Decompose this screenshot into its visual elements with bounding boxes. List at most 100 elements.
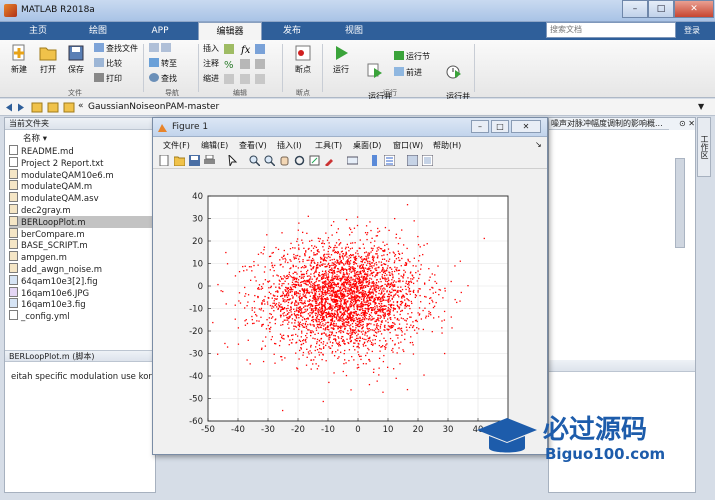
figure-minimize-button[interactable]: – (471, 120, 489, 133)
scatter-point (371, 291, 373, 293)
find-files-label: 查找文件 (106, 44, 138, 53)
save-button[interactable]: 保存 (61, 44, 91, 75)
scatter-point (327, 263, 329, 266)
indent-button[interactable]: 缩进 (203, 73, 219, 85)
file-list-item[interactable]: berCompare.m (9, 227, 85, 240)
scatter-point (417, 244, 420, 246)
tab-home[interactable]: 主页 (8, 22, 68, 40)
scatter-point (273, 353, 275, 355)
print-figure-icon[interactable] (204, 155, 215, 166)
tab-view[interactable]: 视图 (324, 22, 384, 40)
scatter-point (356, 224, 359, 227)
menu-window[interactable]: 窗口(W) (393, 140, 423, 151)
name-column-header[interactable]: 名称 ▾ (23, 132, 47, 144)
data-cursor-icon[interactable] (309, 155, 320, 166)
scatter-point (289, 309, 291, 312)
login-link[interactable]: 登录 (684, 25, 700, 36)
scatter-point (350, 288, 353, 291)
panel-close-icon[interactable]: ⊙ ✕ (669, 118, 695, 130)
workspace-side-tab[interactable]: 工作区 (697, 117, 711, 177)
back-forward-buttons[interactable] (149, 43, 173, 55)
scatter-point (396, 317, 399, 320)
file-list-item[interactable]: 16qam10e6.JPG (9, 286, 89, 299)
brush-icon[interactable] (324, 155, 335, 166)
scatter-point (345, 304, 347, 306)
open-button[interactable]: 打开 (33, 44, 63, 75)
save-figure-icon[interactable] (189, 155, 200, 166)
file-list-item[interactable]: BASE_SCRIPT.m (9, 239, 88, 251)
menu-help[interactable]: 帮助(H) (433, 140, 461, 151)
print-button[interactable]: 打印 (94, 73, 122, 85)
scatter-point (411, 274, 413, 276)
editor-scrollbar[interactable] (675, 158, 685, 248)
chevron-down-icon[interactable]: ▼ (698, 102, 704, 111)
comment-button[interactable]: 注释 (203, 58, 219, 70)
file-list-item[interactable]: README.md (9, 145, 74, 157)
figure-maximize-button[interactable]: □ (491, 120, 509, 133)
advance-button[interactable]: 前进 (394, 67, 422, 79)
scatter-point (315, 346, 317, 348)
run-button[interactable]: 运行 (326, 44, 356, 75)
find-files-button[interactable]: 查找文件 (94, 43, 138, 55)
run-section-button[interactable]: 运行节 (394, 51, 430, 63)
scatter-point (362, 316, 364, 319)
menu-edit[interactable]: 编辑(E) (201, 140, 228, 151)
hide-plot-tools-icon[interactable] (407, 155, 418, 166)
scatter-point (388, 308, 390, 310)
tab-apps[interactable]: APP (130, 22, 190, 40)
menu-file[interactable]: 文件(F) (163, 140, 190, 151)
rotate-3d-icon[interactable] (294, 155, 305, 166)
scatter-point (314, 307, 316, 309)
zoom-in-icon[interactable] (249, 155, 260, 166)
maximize-button[interactable]: □ (648, 0, 674, 18)
menu-insert[interactable]: 插入(I) (277, 140, 302, 151)
new-figure-icon[interactable] (159, 155, 170, 166)
insert-button[interactable]: 插入 (203, 43, 219, 55)
compare-button[interactable]: 比较 (94, 58, 122, 70)
scatter-point (439, 289, 442, 291)
legend-icon[interactable] (384, 155, 395, 166)
link-plot-icon[interactable] (347, 155, 358, 166)
goto-button[interactable]: 转至 (149, 58, 177, 70)
close-button[interactable]: ✕ (674, 0, 714, 18)
file-list-item[interactable]: 16qam10e3.fig (9, 298, 86, 310)
tab-plots[interactable]: 绘图 (68, 22, 128, 40)
pan-hand-icon[interactable] (279, 155, 290, 166)
edit-plot-arrow-icon[interactable] (227, 155, 238, 166)
scatter-point (348, 250, 350, 252)
scatter-point (282, 255, 285, 257)
figure-menu-bar: 文件(F) 编辑(E) 查看(V) 插入(I) 工具(T) 桌面(D) 窗口(W… (153, 138, 547, 152)
file-list-item[interactable]: add_awgn_noise.m (9, 263, 102, 275)
breakpoints-button[interactable]: 断点 (288, 44, 318, 75)
menu-dock-icon[interactable]: ↘ (535, 140, 542, 149)
file-list-item[interactable]: modulateQAM10e6.m (9, 168, 114, 181)
address-nav-icons[interactable] (4, 102, 84, 113)
menu-tools[interactable]: 工具(T) (315, 140, 342, 151)
file-list-item[interactable]: 64qam10e3[2].fig (9, 274, 98, 287)
current-folder-path[interactable]: GaussianNoiseonPAM-master (88, 102, 219, 112)
zoom-out-icon[interactable] (264, 155, 275, 166)
show-plot-tools-icon[interactable] (422, 155, 433, 166)
figure-close-button[interactable]: ✕ (511, 120, 541, 133)
file-list-item[interactable]: ampgen.m (9, 251, 67, 263)
colorbar-icon[interactable] (369, 155, 380, 166)
file-list-item[interactable]: modulateQAM.m (9, 180, 92, 192)
menu-desktop[interactable]: 桌面(D) (353, 140, 381, 151)
edit-tool-icons[interactable]: fx % (223, 43, 273, 88)
file-list-item[interactable]: _config.yml (9, 310, 70, 322)
scatter-point (400, 341, 402, 343)
scatter-point (380, 303, 383, 305)
tab-publish[interactable]: 发布 (262, 22, 322, 40)
minimize-button[interactable]: – (622, 0, 648, 18)
new-button[interactable]: 新建 (4, 44, 34, 75)
search-input[interactable]: 搜索文档 (546, 22, 676, 38)
find-button[interactable]: 查找 (149, 73, 177, 85)
file-list-item[interactable]: modulateQAM.asv (9, 192, 99, 204)
scatter-point (383, 315, 385, 318)
file-list-item[interactable]: BERLoopPlot.m (9, 215, 154, 228)
file-list-item[interactable]: Project 2 Report.txt (9, 156, 103, 169)
tab-editor[interactable]: 编辑器 (198, 22, 262, 40)
file-list-item[interactable]: dec2gray.m (9, 204, 71, 216)
open-file-icon[interactable] (174, 155, 185, 166)
menu-view[interactable]: 查看(V) (239, 140, 267, 151)
